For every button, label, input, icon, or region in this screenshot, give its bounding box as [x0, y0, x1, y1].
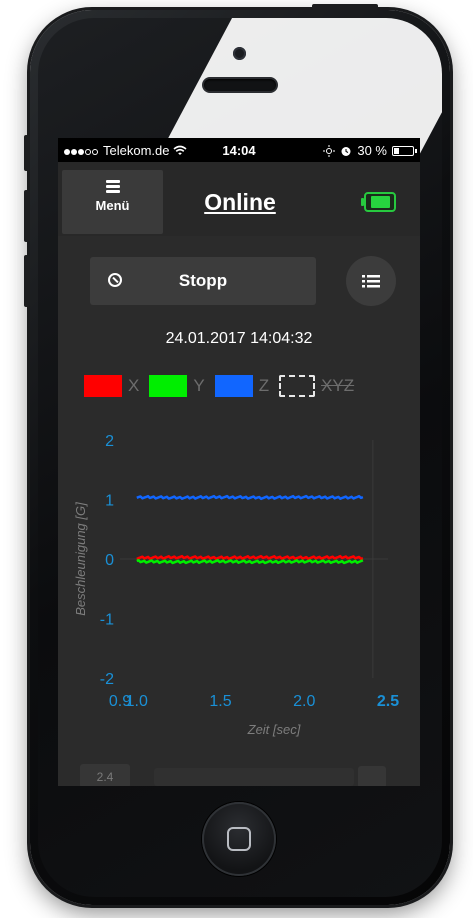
stop-label: Stopp [178, 271, 228, 290]
device-battery-icon [361, 192, 396, 212]
stop-button[interactable]: Stopp [90, 257, 316, 305]
x-tick-label: 2.5 [377, 693, 399, 710]
timestamp: 24.01.2017 14:04:32 [165, 330, 313, 347]
legend-label-xyz: XYZ [321, 376, 355, 395]
bottom-slider[interactable] [154, 768, 354, 786]
bottom-end-button[interactable] [358, 766, 386, 786]
y-tick-label: 1 [105, 493, 114, 510]
legend-item-z[interactable]: Z [214, 375, 270, 397]
bottom-badge[interactable]: 2.4 [80, 764, 130, 786]
page-title: Online [204, 189, 276, 215]
x-axis-label: Zeit [sec] [247, 722, 301, 737]
x-tick-label: 1.5 [209, 693, 231, 710]
volume-down-button [24, 255, 30, 307]
y-tick-label: -2 [100, 671, 114, 688]
legend-swatch-y [149, 375, 188, 397]
y-tick-label: 0 [105, 552, 114, 569]
list-button[interactable] [346, 256, 396, 306]
app-screen: Telekom.de 14:04 30 % Menü Online Stopp … [58, 138, 420, 786]
legend-swatch-xyz [279, 375, 316, 397]
legend-item-xyz[interactable]: XYZ [279, 375, 354, 397]
legend-label-x: X [128, 376, 140, 395]
menu-button[interactable]: Menü [62, 170, 163, 234]
legend-item-x[interactable]: X [84, 375, 139, 397]
menu-label: Menü [95, 197, 130, 213]
bottom-controls: 2.4 [58, 754, 420, 786]
x-tick-label: 2.0 [293, 693, 315, 710]
chart-legend: X Y Z XYZ [84, 374, 364, 398]
status-bar: Telekom.de 14:04 30 % [58, 138, 420, 162]
legend-swatch-z [214, 375, 253, 397]
brightness-icon [323, 144, 336, 157]
series-line-x [136, 554, 364, 561]
mute-switch [24, 135, 30, 171]
hamburger-icon [62, 180, 163, 193]
list-icon [362, 275, 380, 288]
series-line-z [136, 494, 364, 501]
home-square-icon [227, 827, 251, 851]
legend-swatch-x [84, 375, 122, 397]
volume-up-button [24, 190, 30, 242]
legend-label-y: Y [193, 376, 205, 395]
x-tick-label: 1.0 [126, 693, 148, 710]
battery-icon [392, 145, 417, 156]
alarm-icon [341, 146, 351, 156]
y-axis-label: Beschleunigung [G] [73, 502, 88, 616]
y-tick-label: -1 [100, 612, 114, 629]
front-camera [233, 47, 246, 60]
acceleration-chart: 210-1-20.91.0 1.5 2.0 2.5Beschleunigung [G]… [73, 433, 399, 737]
series-line-y [136, 559, 364, 565]
legend-item-y[interactable]: Y [149, 375, 205, 397]
power-button [312, 4, 378, 10]
y-tick-label: 2 [105, 433, 114, 450]
legend-label-z: Z [258, 376, 270, 395]
battery-percent: 30 % [357, 143, 387, 158]
earpiece-speaker [204, 79, 276, 91]
